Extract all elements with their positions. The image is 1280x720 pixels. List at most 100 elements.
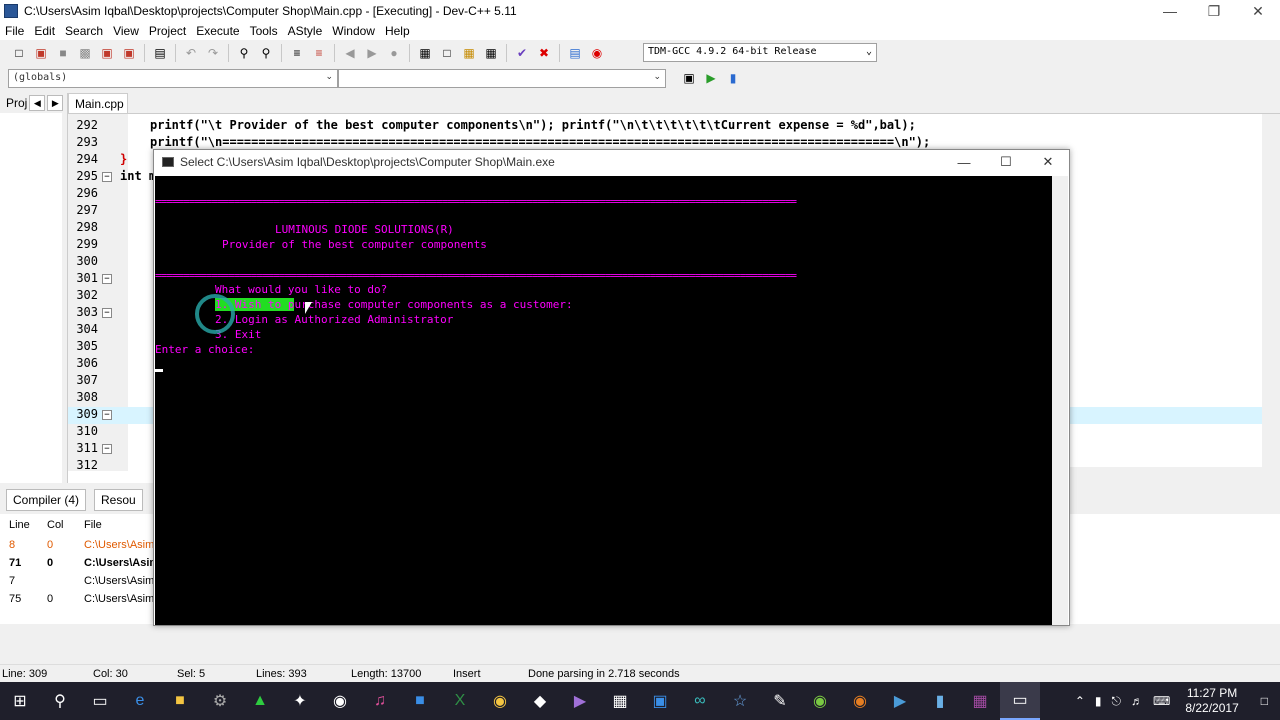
windows-start-icon[interactable]: ⊞ — [0, 682, 40, 720]
editor-file-tab[interactable]: Main.cpp — [68, 93, 128, 113]
settings-app-icon[interactable]: ⚙ — [200, 682, 240, 720]
resources-tab[interactable]: Resou — [94, 489, 143, 511]
store-icon[interactable]: ■ — [400, 682, 440, 720]
fold-toggle-icon[interactable]: − — [102, 410, 112, 420]
fold-toggle-icon[interactable]: − — [102, 308, 112, 318]
editor-vertical-scrollbar[interactable] — [1262, 114, 1280, 471]
visual-studio-icon[interactable]: ▶ — [560, 682, 600, 720]
undo-icon[interactable]: ↶ — [182, 44, 200, 62]
fold-toggle-icon[interactable]: − — [102, 274, 112, 284]
console-taskbar-icon[interactable]: ▭ — [1000, 682, 1040, 720]
wifi-icon[interactable]: ⎋ — [1107, 694, 1127, 709]
indent-icon[interactable]: ≡ — [288, 44, 306, 62]
terminal-app-icon[interactable]: ▶ — [880, 682, 920, 720]
search-icon[interactable]: ⚲ — [40, 682, 80, 720]
compiler-message-row[interactable]: 7 C:\Users\Asim — [0, 572, 160, 590]
camera-icon[interactable]: ◉ — [320, 682, 360, 720]
save-all-icon[interactable]: ▩ — [76, 44, 94, 62]
edge-icon[interactable]: e — [120, 682, 160, 720]
menu-astyle[interactable]: AStyle — [283, 24, 328, 38]
replace-icon[interactable]: ⚲ — [257, 44, 275, 62]
grid-icon[interactable]: ▦ — [482, 44, 500, 62]
window-icon[interactable]: □ — [438, 44, 456, 62]
close-file-icon[interactable]: ▣ — [98, 44, 116, 62]
clock[interactable]: 11:27 PM 8/22/2017 — [1175, 686, 1248, 716]
menu-window[interactable]: Window — [327, 24, 380, 38]
calculator-icon[interactable]: ▦ — [600, 682, 640, 720]
console-option-1[interactable]: 1. Wish to purchase computer components … — [215, 298, 573, 311]
fold-toggle-icon[interactable]: − — [102, 444, 112, 454]
chart-icon[interactable]: ▤ — [566, 44, 584, 62]
restore-button[interactable]: ❐ — [1192, 0, 1236, 22]
new-project-icon[interactable]: ▦ — [416, 44, 434, 62]
menu-help[interactable]: Help — [380, 24, 415, 38]
header-file[interactable]: File — [84, 519, 102, 531]
file-explorer-icon[interactable]: ■ — [160, 682, 200, 720]
devcpp-taskbar-icon[interactable]: ▣ — [640, 682, 680, 720]
console-maximize-button[interactable]: ☐ — [985, 150, 1027, 174]
new-file-icon[interactable]: □ — [10, 44, 28, 62]
console-window[interactable]: Select C:\Users\Asim Iqbal\Desktop\proje… — [153, 149, 1070, 626]
compiler-message-row[interactable]: 75 0 C:\Users\Asim — [0, 590, 160, 608]
code-line[interactable]: 292 printf("\t Provider of the best compu… — [68, 118, 1268, 135]
print-icon[interactable]: ▤ — [151, 44, 169, 62]
unindent-icon[interactable]: ≡ — [310, 44, 328, 62]
network-tool-icon[interactable]: ☆ — [720, 682, 760, 720]
arduino-icon[interactable]: ∞ — [680, 682, 720, 720]
open-file-icon[interactable]: ▣ — [32, 44, 50, 62]
chevron-up-icon[interactable]: ⌃ — [1070, 694, 1090, 708]
orange-app-icon[interactable]: ◉ — [840, 682, 880, 720]
compiler-select[interactable]: TDM-GCC 4.9.2 64-bit Release ⌄ — [643, 43, 877, 62]
notifications-icon[interactable]: □ — [1249, 694, 1280, 708]
menu-edit[interactable]: Edit — [29, 24, 60, 38]
menu-file[interactable]: File — [0, 24, 29, 38]
unity-icon[interactable]: ◆ — [520, 682, 560, 720]
battery-icon[interactable]: ▮ — [1090, 694, 1107, 708]
profile-icon[interactable]: ◉ — [588, 44, 606, 62]
class-browser-icon[interactable]: ▦ — [460, 44, 478, 62]
chevron-left-icon[interactable]: ◀ — [29, 95, 46, 111]
compiler-message-row[interactable]: 8 0 C:\Users\Asim — [0, 536, 160, 554]
chrome-icon[interactable]: ◉ — [480, 682, 520, 720]
android-icon[interactable]: ◉ — [800, 682, 840, 720]
redo-icon[interactable]: ↷ — [204, 44, 222, 62]
console-close-button[interactable]: ✕ — [1027, 150, 1069, 174]
globals-combo[interactable]: (globals) ⌄ — [8, 69, 338, 88]
close-button[interactable]: ✕ — [1236, 0, 1280, 22]
header-col[interactable]: Col — [47, 519, 64, 531]
check-syntax-icon[interactable]: ✔ — [513, 44, 531, 62]
notes-app-icon[interactable]: ▮ — [920, 682, 960, 720]
pen-app-icon[interactable]: ✎ — [760, 682, 800, 720]
fold-toggle-icon[interactable]: − — [102, 172, 112, 182]
inkscape-icon[interactable]: ✦ — [280, 682, 320, 720]
find-icon[interactable]: ⚲ — [235, 44, 253, 62]
menu-execute[interactable]: Execute — [191, 24, 244, 38]
green-app-icon[interactable]: ▲ — [240, 682, 280, 720]
project-tab[interactable]: Proj — [6, 96, 27, 110]
back-icon[interactable]: ◀ — [341, 44, 359, 62]
members-combo[interactable]: ⌄ — [338, 69, 666, 88]
media-player-icon[interactable]: ♫ — [360, 682, 400, 720]
forward-icon[interactable]: ▶ — [363, 44, 381, 62]
bookmark-icon[interactable]: ● — [385, 44, 403, 62]
menu-view[interactable]: View — [108, 24, 144, 38]
bookmarks-icon[interactable]: ▮ — [724, 69, 742, 87]
save-icon[interactable]: ■ — [54, 44, 72, 62]
console-option-2[interactable]: 2. Login as Authorized Administrator — [215, 313, 453, 326]
header-line[interactable]: Line — [9, 519, 30, 531]
volume-icon[interactable]: ♬ — [1126, 694, 1148, 708]
insert-icon[interactable]: ▶ — [702, 69, 720, 87]
compiler-tab[interactable]: Compiler (4) — [6, 489, 87, 511]
editor-horizontal-scrollbar[interactable] — [1068, 467, 1280, 483]
excel-icon[interactable]: X — [440, 682, 480, 720]
menu-search[interactable]: Search — [60, 24, 108, 38]
menu-tools[interactable]: Tools — [245, 24, 283, 38]
console-scrollbar[interactable] — [1052, 176, 1068, 625]
keyboard-icon[interactable]: ⌨ — [1148, 694, 1175, 708]
goto-icon[interactable]: ▣ — [680, 69, 698, 87]
chevron-right-icon[interactable]: ▶ — [47, 95, 64, 111]
menu-project[interactable]: Project — [144, 24, 191, 38]
minimize-button[interactable]: — — [1148, 0, 1192, 22]
compiler-message-row[interactable]: 71 0 C:\Users\Asim — [0, 554, 160, 572]
stop-execution-icon[interactable]: ✖ — [535, 44, 553, 62]
